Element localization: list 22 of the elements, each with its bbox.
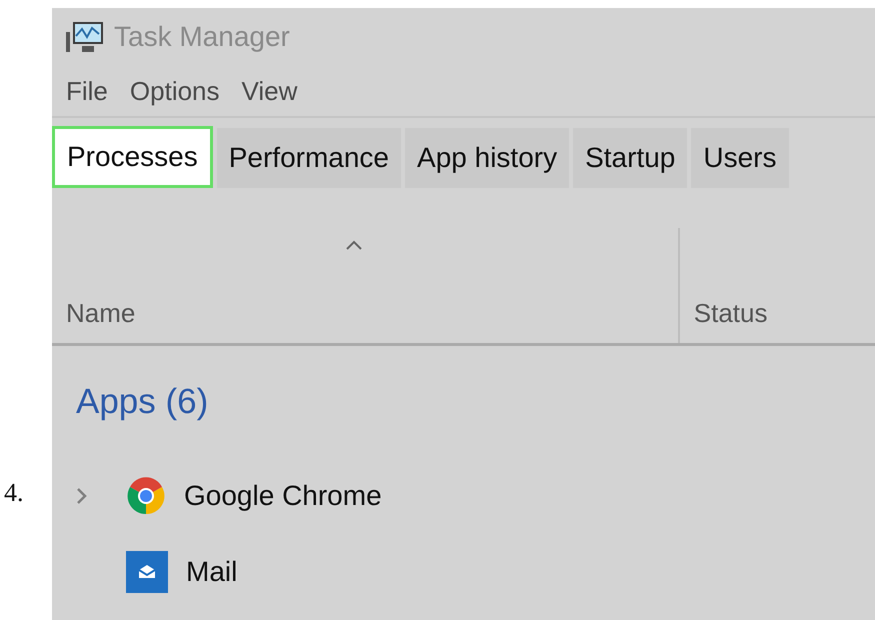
menu-item[interactable]: File: [66, 76, 108, 106]
envelope-icon: [126, 551, 168, 593]
tab[interactable]: Processes: [52, 126, 213, 188]
column-header[interactable]: Status: [694, 298, 875, 329]
sort-caret-icon[interactable]: [344, 240, 363, 251]
menu-item[interactable]: Options: [130, 76, 220, 106]
process-row[interactable]: Google Chrome: [76, 458, 875, 534]
app-name[interactable]: Google Chrome: [184, 480, 382, 512]
tab[interactable]: Startup: [573, 128, 688, 188]
chevron-icon[interactable]: [76, 487, 88, 505]
app-name[interactable]: Mail: [186, 556, 238, 588]
column-header[interactable]: Name: [66, 298, 678, 329]
tab[interactable]: Performance: [216, 128, 402, 188]
tab[interactable]: App history: [405, 128, 570, 188]
window-title: Task Manager: [114, 21, 290, 53]
menu-item[interactable]: View: [242, 76, 298, 106]
group-title: Apps (6): [76, 382, 210, 422]
app-icon: [126, 476, 166, 516]
step-number: 4.: [3, 478, 24, 508]
tab[interactable]: Users: [691, 128, 788, 188]
monitor-icon: [66, 20, 104, 54]
process-row[interactable]: Mail: [76, 534, 875, 610]
